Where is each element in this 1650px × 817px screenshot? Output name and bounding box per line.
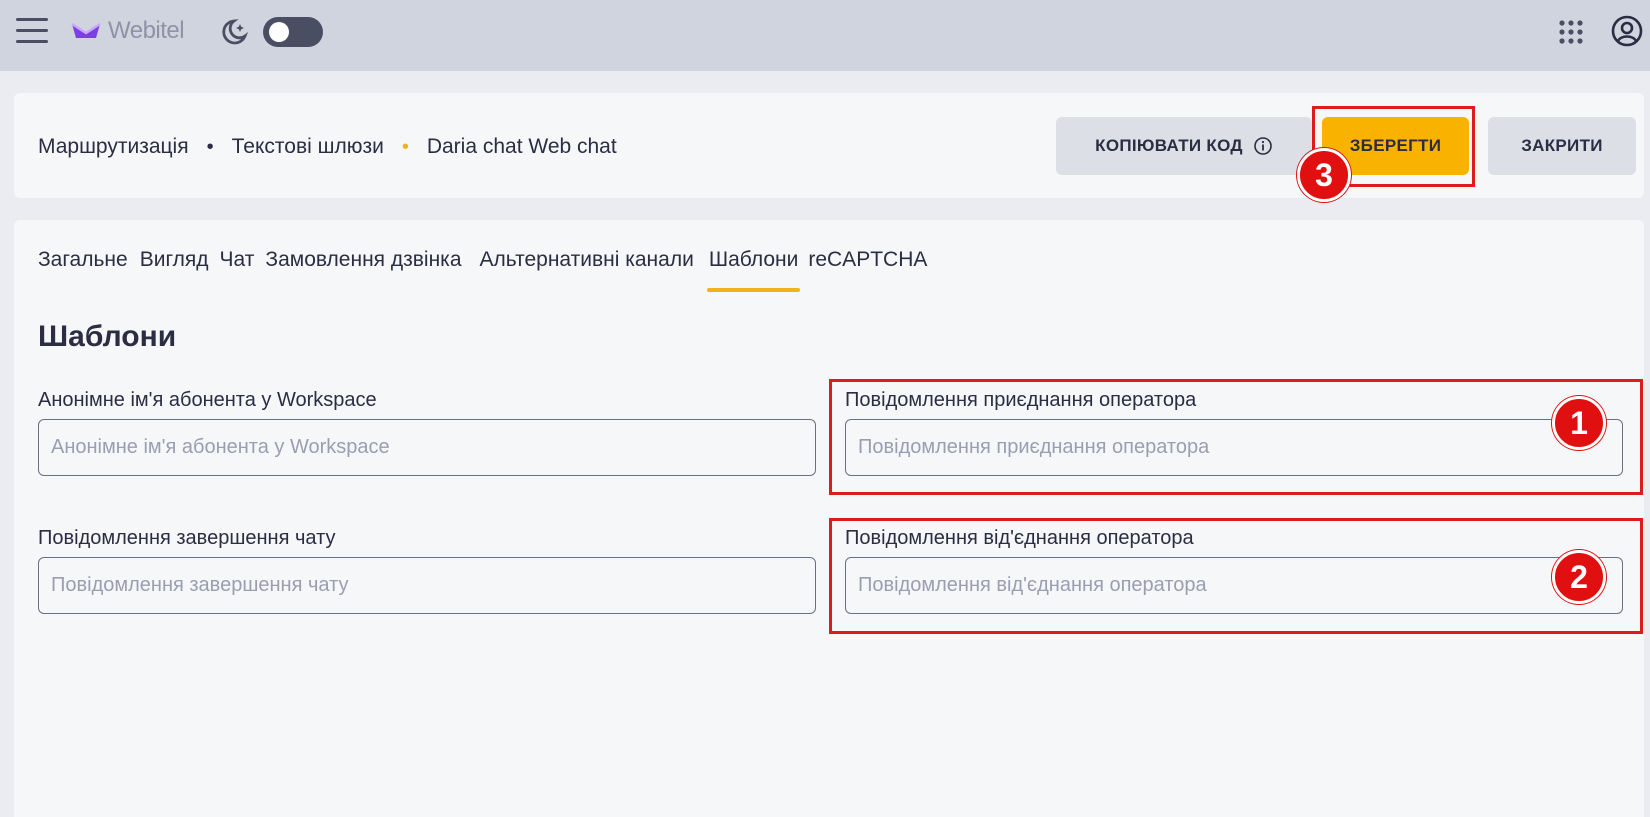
tab-chat[interactable]: Чат xyxy=(220,248,255,272)
chat-end-label: Повідомлення завершення чату xyxy=(38,527,336,549)
apps-grid-icon[interactable] xyxy=(1557,18,1585,46)
toggle-knob xyxy=(269,22,289,42)
annotation-badge-3: 3 xyxy=(1297,148,1351,202)
webitel-logo-icon xyxy=(71,22,101,38)
account-icon[interactable] xyxy=(1610,14,1644,48)
tab-appearance[interactable]: Вигляд xyxy=(140,248,209,272)
breadcrumb-separator: • xyxy=(401,135,409,158)
main-card: Загальне Вигляд Чат Замовлення дзвінка А… xyxy=(14,220,1644,817)
breadcrumb-item-current: Daria chat Web chat xyxy=(426,135,617,158)
tab-alternative-channels[interactable]: Альтернативні канали xyxy=(480,248,694,272)
breadcrumb-separator: • xyxy=(206,135,214,158)
header-card: Маршрутизація • Текстові шлюзи • Daria c… xyxy=(14,93,1644,198)
theme-toggle[interactable] xyxy=(263,17,323,47)
menu-icon[interactable] xyxy=(16,18,48,44)
tab-callback[interactable]: Замовлення дзвінка xyxy=(265,248,461,272)
tab-bar: Загальне Вигляд Чат Замовлення дзвінка А… xyxy=(38,248,927,292)
operator-leave-input[interactable] xyxy=(845,557,1623,614)
anon-name-label: Анонімне ім'я абонента у Workspace xyxy=(38,389,377,411)
night-mode-icon xyxy=(222,19,249,45)
copy-code-button[interactable]: КОПІЮВАТИ КОД xyxy=(1056,117,1312,175)
anon-name-input[interactable] xyxy=(38,419,816,476)
logo[interactable]: Webitel xyxy=(70,16,185,46)
breadcrumb-item-text-gateways[interactable]: Текстові шлюзи xyxy=(232,135,384,159)
breadcrumb: Маршрутизація • Текстові шлюзи • Daria c… xyxy=(38,135,617,159)
logo-text: Webitel xyxy=(108,17,185,44)
operator-leave-label: Повідомлення від'єднання оператора xyxy=(845,527,1194,549)
tab-templates[interactable]: Шаблони xyxy=(706,248,800,292)
top-bar: Webitel xyxy=(0,0,1650,71)
operator-join-label: Повідомлення приєднання оператора xyxy=(845,389,1197,411)
operator-join-input[interactable] xyxy=(845,419,1623,476)
annotation-badge-1: 1 xyxy=(1552,396,1606,450)
tab-recaptcha[interactable]: reCAPTCHA xyxy=(808,248,927,272)
copy-code-label: КОПІЮВАТИ КОД xyxy=(1095,136,1243,155)
chat-end-input[interactable] xyxy=(38,557,816,614)
close-button[interactable]: ЗАКРИТИ xyxy=(1488,117,1636,175)
section-title: Шаблони xyxy=(38,320,177,353)
breadcrumb-item-routing[interactable]: Маршрутизація xyxy=(38,135,189,159)
tab-general[interactable]: Загальне xyxy=(38,248,128,272)
info-icon xyxy=(1254,137,1272,155)
annotation-badge-2: 2 xyxy=(1552,550,1606,604)
